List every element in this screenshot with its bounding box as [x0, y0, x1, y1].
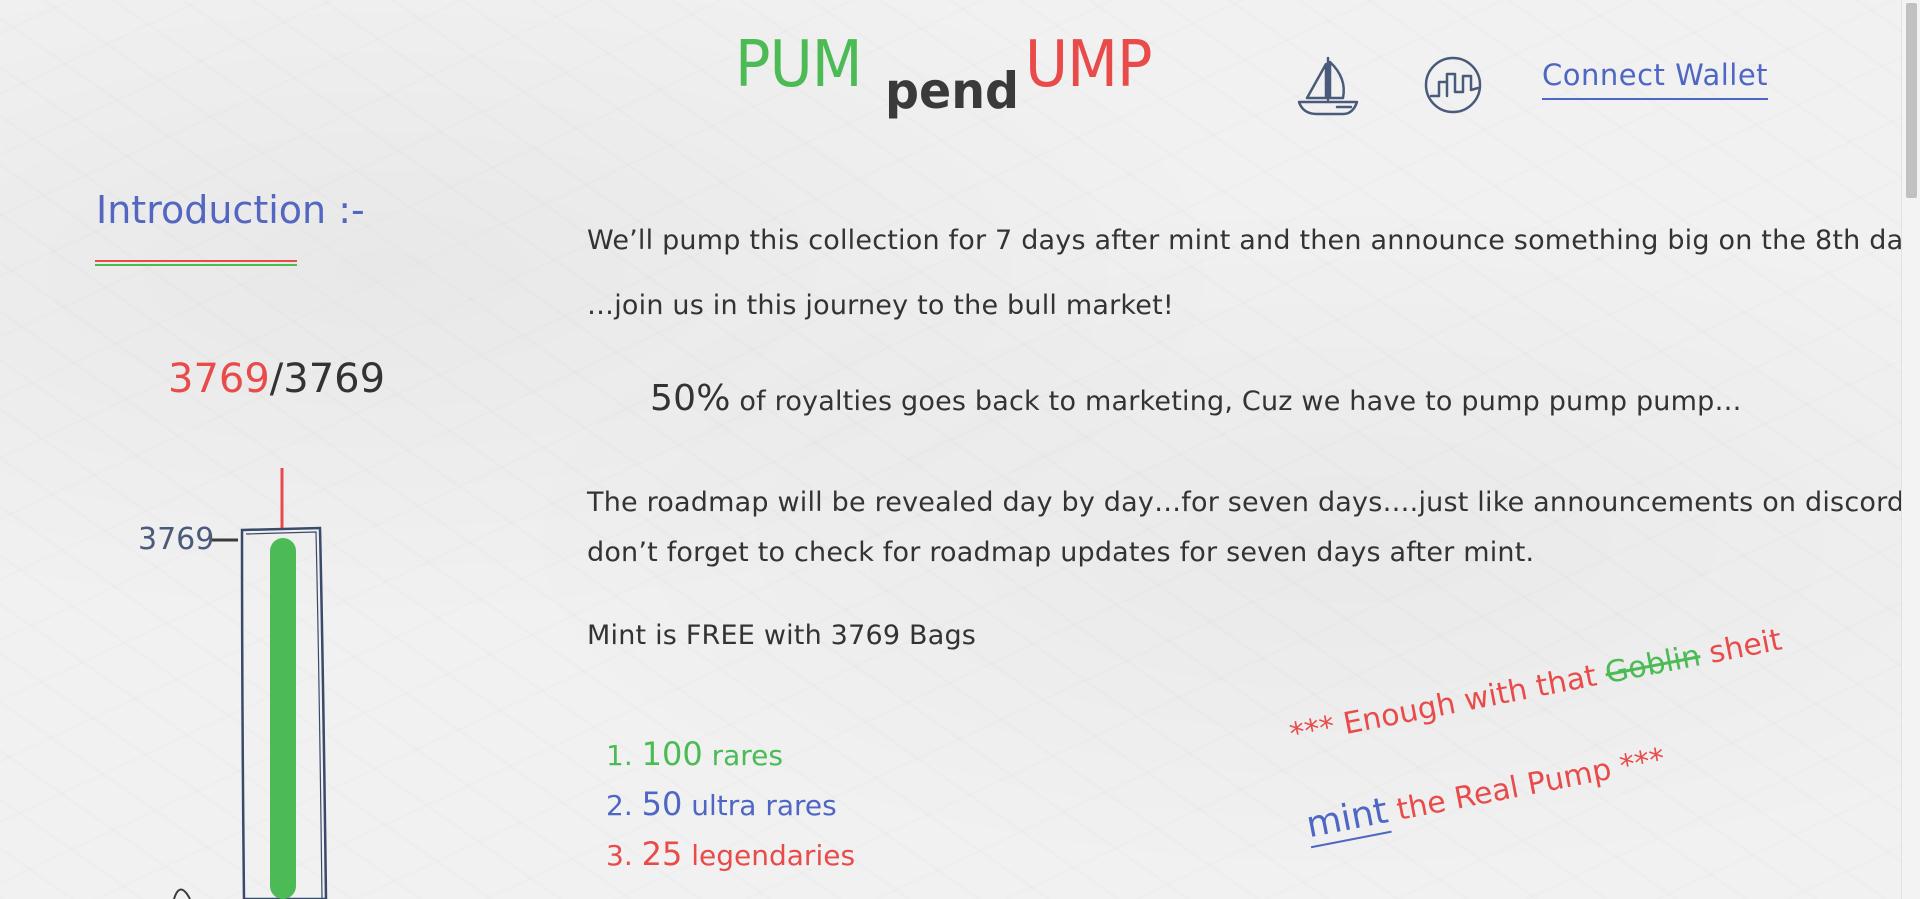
connect-wallet-button[interactable]: Connect Wallet — [1542, 58, 1769, 100]
gauge-max-label: 3769 — [138, 522, 215, 557]
mint-progress-gauge: 3769 — [120, 460, 340, 899]
scrollbar-thumb[interactable] — [1906, 3, 1917, 198]
counter-separator: / — [269, 356, 284, 402]
roadmap-paragraph-line-2: don’t forget to check for roadmap update… — [587, 537, 1535, 568]
total-supply: 3769 — [283, 356, 386, 402]
list-item: 3. 25 legendaries — [606, 835, 856, 873]
roadmap-paragraph-line-1: The roadmap will be revealed day by day…… — [587, 487, 1920, 518]
logo-pum: PUM — [735, 28, 863, 102]
looksrare-chart-icon[interactable] — [1418, 52, 1488, 122]
royalty-text: of royalties goes back to marketing, Cuz… — [730, 386, 1742, 417]
logo-pend: pend — [885, 62, 1020, 120]
list-item: 2. 50 ultra rares — [606, 785, 837, 823]
royalty-paragraph: 50% of royalties goes back to marketing,… — [650, 378, 1742, 419]
gauge-fill — [270, 538, 296, 899]
mint-info: Mint is FREE with 3769 Bags — [587, 620, 977, 651]
list-item: 1. 100 rares — [606, 735, 783, 773]
mint-link[interactable]: mint — [1303, 790, 1392, 849]
intro-title: Introduction :- — [96, 188, 365, 232]
struck-word: Goblin — [1602, 638, 1704, 692]
intro-underline — [95, 260, 297, 266]
intro-paragraph-line-2: …join us in this journey to the bull mar… — [587, 290, 1174, 321]
intro-paragraph-line-1: We’ll pump this collection for 7 days af… — [587, 225, 1920, 256]
rotated-note-line-1: *** Enough with that Goblin sheit — [1287, 622, 1785, 753]
opensea-boat-icon[interactable] — [1293, 52, 1363, 122]
royalty-percent: 50% — [650, 378, 731, 419]
mint-counter: 3769/3769 — [168, 356, 385, 402]
rotated-note-line-2: mint the Real Pump *** — [1303, 741, 1668, 849]
minted-count: 3769 — [168, 356, 270, 402]
logo-ump: UMP — [1025, 28, 1153, 102]
page-scrollbar[interactable] — [1901, 0, 1920, 899]
